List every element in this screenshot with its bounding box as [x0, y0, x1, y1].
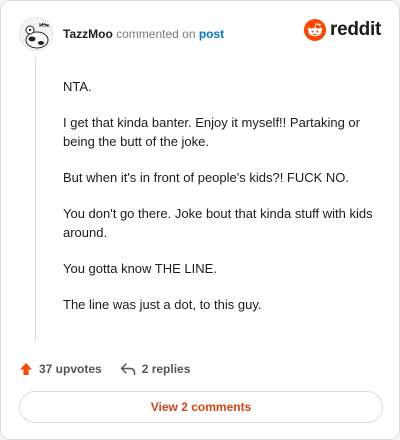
post-link[interactable]: post	[199, 27, 224, 41]
reddit-wordmark: reddit	[330, 19, 381, 40]
view-comments-button[interactable]: View 2 comments	[19, 391, 383, 423]
comment-body: NTA. I get that kinda banter. Enjoy it m…	[63, 77, 385, 331]
reddit-alien-icon	[304, 19, 327, 41]
user-avatar[interactable]: Moo	[19, 17, 53, 51]
comment-paragraph: You don't go there. Joke bout that kinda…	[63, 206, 373, 240]
comment-paragraph: But when it's in front of people's kids?…	[63, 170, 350, 185]
upvote-count: 37 upvotes	[39, 362, 102, 376]
comment-paragraph: The line was just a dot, to this guy.	[63, 297, 262, 312]
upvote-arrow-icon	[20, 363, 32, 375]
comment-paragraph: You gotta know THE LINE.	[63, 261, 217, 276]
commented-on-text: commented on	[112, 27, 199, 41]
view-comments-label: View 2 comments	[150, 400, 252, 414]
comment-paragraph: NTA.	[63, 79, 92, 94]
comment-header: Moo TazzMoo commented on post reddit	[19, 17, 381, 53]
comment-meta: TazzMoo commented on post	[63, 27, 224, 41]
comment-paragraph: I get that kinda banter. Enjoy it myself…	[63, 115, 360, 149]
svg-text:Moo: Moo	[39, 23, 49, 29]
reddit-logo[interactable]: reddit	[304, 19, 381, 41]
cow-avatar-icon: Moo	[20, 18, 52, 50]
replies-button[interactable]: 2 replies	[120, 362, 191, 376]
embedded-comment-card: Moo TazzMoo commented on post reddit NTA…	[0, 0, 400, 440]
thread-line	[35, 57, 36, 341]
comment-actions: 37 upvotes 2 replies	[19, 359, 208, 379]
username-link[interactable]: TazzMoo	[63, 27, 113, 41]
upvote-button[interactable]: 37 upvotes	[19, 362, 102, 376]
reply-arrow-icon	[120, 363, 135, 376]
replies-count: 2 replies	[141, 362, 191, 376]
